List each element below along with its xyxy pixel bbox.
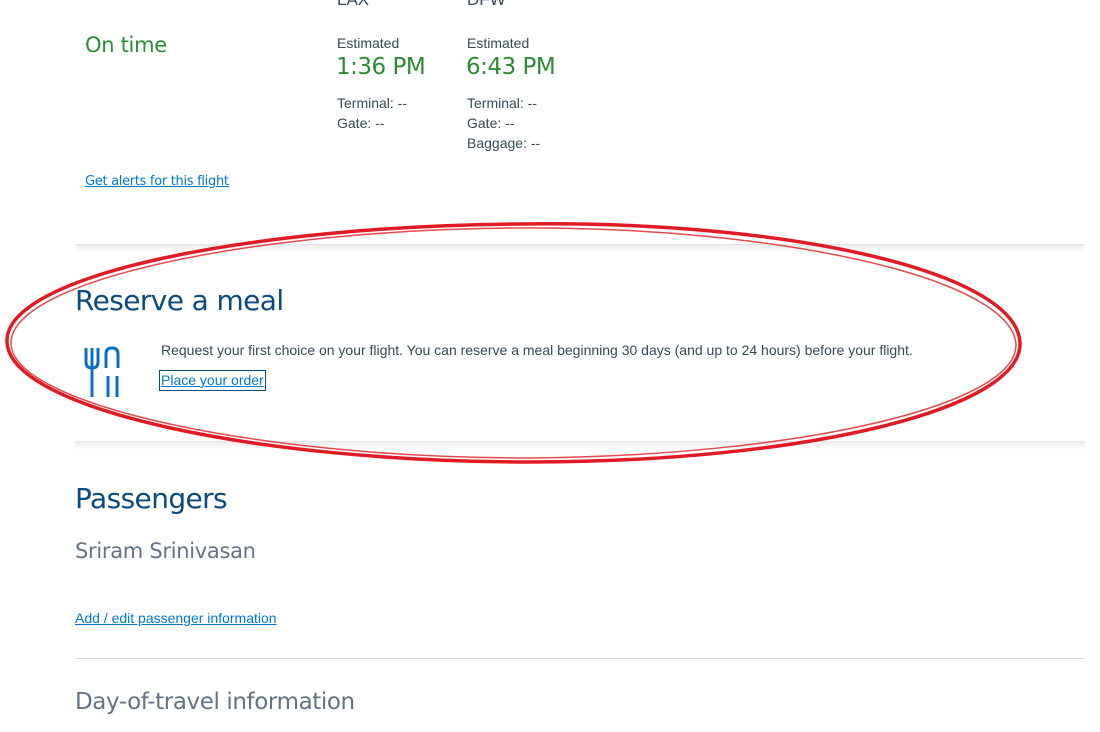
utensils-icon — [84, 346, 120, 397]
origin-gate: Gate: -- — [337, 115, 385, 131]
meal-section-title: Reserve a meal — [75, 284, 284, 317]
origin-airport-code: LAX — [337, 0, 369, 10]
destination-estimated-label: Estimated — [467, 35, 530, 51]
place-order-link[interactable]: Place your order — [159, 370, 266, 391]
destination-estimated-time: 6:43 PM — [466, 54, 556, 80]
destination-gate: Gate: -- — [467, 115, 515, 131]
origin-estimated-label: Estimated — [337, 35, 400, 51]
origin-estimated-time: 1:36 PM — [336, 54, 426, 80]
section-divider — [75, 658, 1085, 659]
section-divider — [75, 441, 1085, 450]
flight-status: On time — [85, 33, 167, 57]
trip-details-page: On time LAX Estimated 1:36 PM Terminal: … — [0, 0, 1100, 732]
section-divider — [75, 244, 1085, 253]
destination-terminal: Terminal: -- — [467, 95, 538, 111]
destination-baggage: Baggage: -- — [467, 135, 541, 151]
day-of-travel-title: Day-of-travel information — [75, 689, 355, 715]
edit-passenger-link[interactable]: Add / edit passenger information — [75, 610, 277, 626]
destination-airport-code: DFW — [467, 0, 506, 10]
meal-description: Request your first choice on your flight… — [161, 342, 913, 358]
origin-terminal: Terminal: -- — [337, 95, 408, 111]
passenger-name: Sriram Srinivasan — [75, 539, 256, 563]
get-alerts-link[interactable]: Get alerts for this flight — [85, 174, 229, 189]
passengers-section-title: Passengers — [75, 482, 228, 515]
